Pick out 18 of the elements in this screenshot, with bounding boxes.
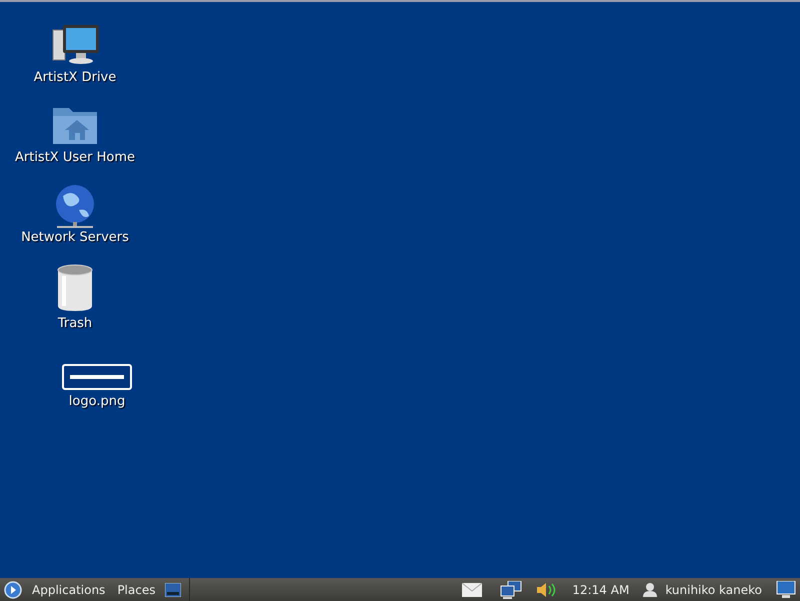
monitor-icon[interactable] <box>776 580 796 598</box>
icon-label[interactable]: ArtistX Drive <box>34 70 116 85</box>
clock[interactable]: 12:14 AM <box>572 582 630 596</box>
icon-label[interactable]: ArtistX User Home <box>14 150 135 165</box>
icon-label[interactable]: logo.png <box>68 394 126 409</box>
icon-label[interactable]: Network Servers <box>21 230 129 245</box>
network-icon[interactable] <box>500 580 522 598</box>
icon-label[interactable]: Trash <box>58 316 92 331</box>
mail-icon[interactable] <box>462 582 482 596</box>
network-globe-icon[interactable] <box>53 184 97 230</box>
trash-icon[interactable] <box>56 264 94 312</box>
show-desktop-icon[interactable] <box>165 582 182 596</box>
logo-thumbnail-icon[interactable] <box>62 364 132 390</box>
menu-logo-icon[interactable] <box>4 580 22 598</box>
user-icon[interactable] <box>643 582 658 596</box>
panel-menu[interactable]: Places <box>115 582 158 596</box>
panel-menu[interactable]: Applications <box>30 582 108 596</box>
user-name[interactable]: kunihiko kaneko <box>665 582 762 596</box>
